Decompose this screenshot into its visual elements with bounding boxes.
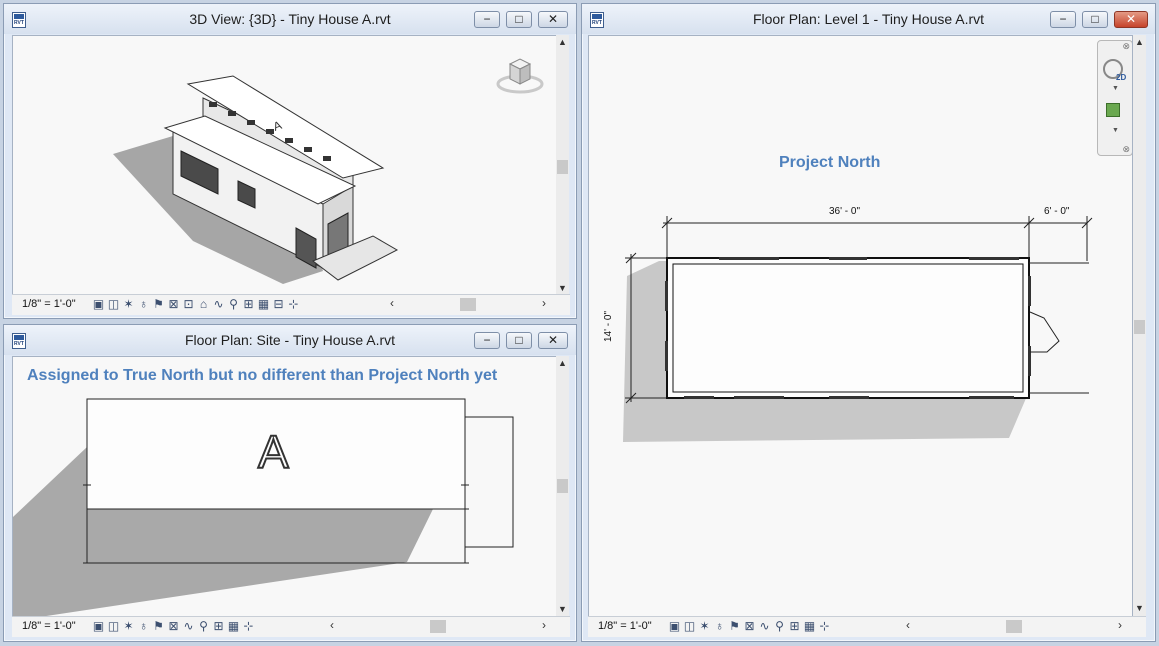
- horizontal-scroll-thumb[interactable]: [430, 620, 446, 633]
- close-nav-icon[interactable]: ⊗: [1122, 41, 1130, 52]
- dimension-width: 14' - 0": [603, 310, 615, 343]
- view-canvas-level1[interactable]: Project North 36' - 0" 6' - 0" 14' - 0" …: [588, 35, 1133, 619]
- scroll-right-arrow[interactable]: ›: [1118, 618, 1122, 632]
- horizontal-scroll-thumb[interactable]: [460, 298, 476, 311]
- titlebar-level1-plan[interactable]: RVT Floor Plan: Level 1 - Tiny House A.r…: [582, 4, 1155, 34]
- minimize-button[interactable]: −: [1050, 11, 1076, 28]
- navigation-bar[interactable]: ⊗ 2D ▼ ▼ ⊗: [1097, 40, 1132, 156]
- minimize-button[interactable]: −: [474, 11, 500, 28]
- scale-selector[interactable]: 1/8" = 1'-0": [598, 620, 652, 632]
- scale-selector[interactable]: 1/8" = 1'-0": [22, 298, 76, 310]
- horizontal-scroll-thumb[interactable]: [1006, 620, 1022, 633]
- scroll-right-arrow[interactable]: ›: [542, 296, 546, 310]
- view-control-icons[interactable]: ▣ ◫ ✶ ♁ ⚑ ⊠ ∿ ⚲ ⊞ ▦ ⊹: [668, 619, 833, 633]
- close-button[interactable]: ✕: [538, 332, 568, 349]
- zoom-icon[interactable]: [1106, 103, 1120, 117]
- maximize-button[interactable]: □: [1082, 11, 1108, 28]
- titlebar-3d-view[interactable]: RVT 3D View: {3D} - Tiny House A.rvt − □…: [4, 4, 576, 34]
- scroll-thumb[interactable]: [557, 479, 568, 493]
- scroll-up-arrow[interactable]: ▲: [556, 358, 569, 368]
- scroll-left-arrow[interactable]: ‹: [330, 618, 334, 632]
- site-plan-drawing: [13, 398, 514, 619]
- vertical-scrollbar[interactable]: ▲ ▼: [1133, 35, 1146, 619]
- vertical-scrollbar[interactable]: ▲ ▼: [556, 356, 569, 620]
- view-canvas-3d[interactable]: A: [12, 35, 557, 299]
- scroll-left-arrow[interactable]: ‹: [906, 618, 910, 632]
- scroll-right-arrow[interactable]: ›: [542, 618, 546, 632]
- view-control-bar: 1/8" = 1'-0" ▣ ◫ ✶ ♁ ⚑ ⊠ ⊡ ⌂ ∿ ⚲ ⊞ ▦ ⊟ ⊹ ‹ ›: [12, 294, 570, 315]
- view-control-icons[interactable]: ▣ ◫ ✶ ♁ ⚑ ⊠ ∿ ⚲ ⊞ ▦ ⊹: [92, 619, 257, 633]
- view-control-bar: 1/8" = 1'-0" ▣ ◫ ✶ ♁ ⚑ ⊠ ∿ ⚲ ⊞ ▦ ⊹ ‹ ›: [588, 616, 1146, 637]
- building-label: A: [257, 425, 290, 479]
- 3d-house-model: A: [113, 75, 399, 284]
- scroll-up-arrow[interactable]: ▲: [556, 37, 569, 47]
- maximize-button[interactable]: □: [506, 332, 532, 349]
- scroll-down-arrow[interactable]: ▼: [556, 283, 569, 293]
- scroll-left-arrow[interactable]: ‹: [390, 296, 394, 310]
- scroll-down-arrow[interactable]: ▼: [1133, 603, 1146, 613]
- dimension-length: 36' - 0": [829, 206, 861, 217]
- floor-plan-drawing: [623, 216, 1093, 442]
- close-button[interactable]: ✕: [1114, 11, 1148, 28]
- scale-selector[interactable]: 1/8" = 1'-0": [22, 620, 76, 632]
- view-cube-icon[interactable]: [495, 54, 545, 98]
- view-control-icons[interactable]: ▣ ◫ ✶ ♁ ⚑ ⊠ ⊡ ⌂ ∿ ⚲ ⊞ ▦ ⊟ ⊹: [92, 297, 302, 311]
- close-nav-icon[interactable]: ⊗: [1122, 144, 1130, 155]
- window-level1-plan[interactable]: RVT Floor Plan: Level 1 - Tiny House A.r…: [581, 3, 1156, 642]
- scroll-up-arrow[interactable]: ▲: [1133, 37, 1146, 47]
- minimize-button[interactable]: −: [474, 332, 500, 349]
- nav-2d-label: 2D: [1116, 73, 1127, 82]
- scroll-down-arrow[interactable]: ▼: [556, 604, 569, 614]
- scroll-thumb[interactable]: [1134, 320, 1145, 334]
- dimension-extension: 6' - 0": [1044, 206, 1070, 217]
- vertical-scrollbar[interactable]: ▲ ▼: [556, 35, 569, 299]
- scroll-thumb[interactable]: [557, 160, 568, 174]
- close-button[interactable]: ✕: [538, 11, 568, 28]
- maximize-button[interactable]: □: [506, 11, 532, 28]
- window-site-plan[interactable]: RVT Floor Plan: Site - Tiny House A.rvt …: [3, 324, 577, 642]
- view-canvas-site[interactable]: Assigned to True North but no different …: [12, 356, 557, 620]
- chevron-down-icon[interactable]: ▼: [1112, 127, 1119, 134]
- view-control-bar: 1/8" = 1'-0" ▣ ◫ ✶ ♁ ⚑ ⊠ ∿ ⚲ ⊞ ▦ ⊹ ‹ ›: [12, 616, 570, 637]
- chevron-down-icon[interactable]: ▼: [1112, 85, 1119, 92]
- titlebar-site-plan[interactable]: RVT Floor Plan: Site - Tiny House A.rvt …: [4, 325, 576, 355]
- window-3d-view[interactable]: RVT 3D View: {3D} - Tiny House A.rvt − □…: [3, 3, 577, 319]
